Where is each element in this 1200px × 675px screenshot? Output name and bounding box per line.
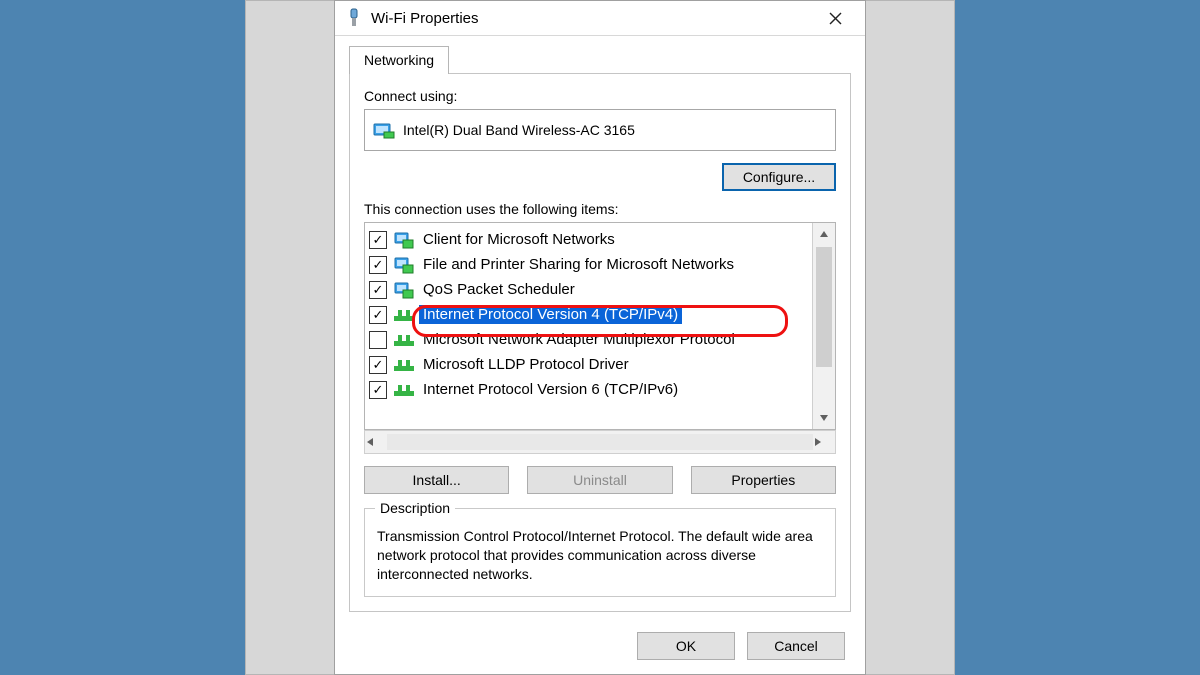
vertical-scrollbar[interactable] xyxy=(812,223,835,429)
connect-using-label: Connect using: xyxy=(364,88,836,104)
nic-icon xyxy=(373,121,395,139)
scroll-thumb[interactable] xyxy=(816,247,832,367)
component-item[interactable]: ✓ Internet Protocol Version 4 (TCP/IPv4) xyxy=(369,302,812,327)
component-checkbox[interactable]: ✓ xyxy=(369,281,387,299)
protocol-icon xyxy=(394,331,414,349)
component-item[interactable]: ✓ QoS Packet Scheduler xyxy=(369,277,812,302)
configure-button[interactable]: Configure... xyxy=(722,163,836,191)
adapter-name: Intel(R) Dual Band Wireless-AC 3165 xyxy=(403,122,635,138)
protocol-icon xyxy=(394,356,414,374)
cancel-button[interactable]: Cancel xyxy=(747,632,845,660)
horizontal-scrollbar[interactable] xyxy=(364,430,836,454)
adapter-icon xyxy=(345,8,363,28)
protocol-icon xyxy=(394,306,414,324)
dialog-footer: OK Cancel xyxy=(335,622,865,674)
component-item[interactable]: ✓ Internet Protocol Version 6 (TCP/IPv6) xyxy=(369,377,812,402)
component-label: Client for Microsoft Networks xyxy=(419,230,619,249)
component-label: Microsoft LLDP Protocol Driver xyxy=(419,355,633,374)
service-icon xyxy=(394,281,414,299)
component-checkbox[interactable]: ✓ xyxy=(369,256,387,274)
component-label: QoS Packet Scheduler xyxy=(419,280,579,299)
hscroll-track[interactable] xyxy=(387,434,813,450)
component-item[interactable]: ✓ Microsoft LLDP Protocol Driver xyxy=(369,352,812,377)
description-legend: Description xyxy=(375,499,455,518)
ok-button[interactable]: OK xyxy=(637,632,735,660)
component-label: Microsoft Network Adapter Multiplexor Pr… xyxy=(419,330,739,349)
adapter-field[interactable]: Intel(R) Dual Band Wireless-AC 3165 xyxy=(364,109,836,151)
properties-button[interactable]: Properties xyxy=(691,466,836,494)
close-icon xyxy=(829,12,842,25)
items-label: This connection uses the following items… xyxy=(364,201,836,217)
component-checkbox[interactable]: ✓ xyxy=(369,331,387,349)
install-button[interactable]: Install... xyxy=(364,466,509,494)
component-buttons: Install... Uninstall Properties xyxy=(364,466,836,494)
scroll-right-arrow-icon[interactable] xyxy=(813,437,835,447)
component-item[interactable]: ✓ Microsoft Network Adapter Multiplexor P… xyxy=(369,327,812,352)
window-title: Wi-Fi Properties xyxy=(371,10,813,27)
component-checkbox[interactable]: ✓ xyxy=(369,231,387,249)
close-button[interactable] xyxy=(813,2,857,34)
description-group: Description Transmission Control Protoco… xyxy=(364,508,836,597)
component-item[interactable]: ✓ File and Printer Sharing for Microsoft … xyxy=(369,252,812,277)
components-listbox[interactable]: ✓ Client for Microsoft Networks ✓ File and … xyxy=(364,222,836,430)
service-icon xyxy=(394,256,414,274)
uninstall-button: Uninstall xyxy=(527,466,672,494)
tabstrip: Networking xyxy=(335,36,865,74)
description-text: Transmission Control Protocol/Internet P… xyxy=(377,527,823,584)
scroll-left-arrow-icon[interactable] xyxy=(365,437,387,447)
component-checkbox[interactable]: ✓ xyxy=(369,306,387,324)
component-label: File and Printer Sharing for Microsoft N… xyxy=(419,255,738,274)
screenshot-container: Wi-Fi Properties Networking Connect usin… xyxy=(245,0,955,675)
component-label: Internet Protocol Version 4 (TCP/IPv4) xyxy=(419,305,682,324)
component-item[interactable]: ✓ Client for Microsoft Networks xyxy=(369,227,812,252)
tab-networking-panel: Connect using: Intel(R) Dual Band Wirele… xyxy=(349,73,851,612)
scroll-up-arrow-icon[interactable] xyxy=(813,223,835,245)
tab-networking[interactable]: Networking xyxy=(349,46,449,74)
titlebar: Wi-Fi Properties xyxy=(335,1,865,36)
component-checkbox[interactable]: ✓ xyxy=(369,356,387,374)
client-icon xyxy=(394,231,414,249)
wifi-properties-dialog: Wi-Fi Properties Networking Connect usin… xyxy=(334,0,866,675)
component-label: Internet Protocol Version 6 (TCP/IPv6) xyxy=(419,380,682,399)
scroll-down-arrow-icon[interactable] xyxy=(813,407,835,429)
component-checkbox[interactable]: ✓ xyxy=(369,381,387,399)
protocol-icon xyxy=(394,381,414,399)
